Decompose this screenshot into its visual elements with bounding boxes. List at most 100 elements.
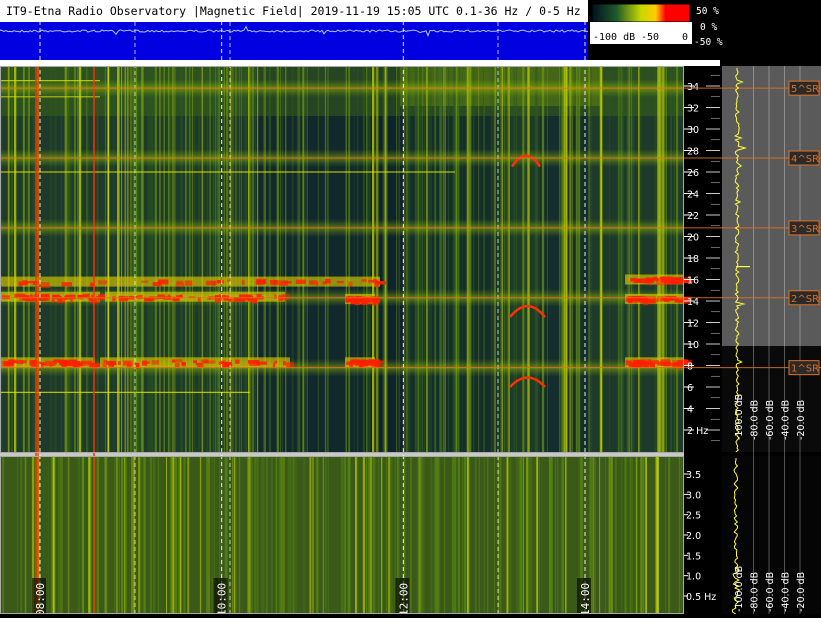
broadband-streak: [113, 66, 115, 452]
broadband-streak: [108, 66, 110, 452]
low-band-streak: [262, 456, 265, 614]
low-band-streak: [423, 456, 425, 614]
hot-band-red: [285, 362, 295, 368]
broadband-streak: [305, 66, 307, 452]
low-band-streak: [621, 456, 623, 614]
broadband-streak: [159, 66, 161, 452]
broadband-streak: [630, 66, 632, 452]
broadband-streak: [14, 66, 16, 452]
hot-band-red: [67, 294, 76, 300]
low-band-streak: [368, 456, 371, 614]
broadband-streak: [245, 66, 247, 452]
broadband-streak: [276, 66, 279, 452]
hot-band-red: [40, 362, 46, 366]
low-band-streak: [95, 456, 98, 614]
low-band-streak: [374, 456, 376, 614]
broadband-streak: [425, 66, 427, 452]
broadband-streak: [515, 66, 517, 452]
freq-tick-label-2: 2 Hz: [687, 426, 708, 437]
low-band-streak: [529, 456, 531, 614]
low-band-streak: [421, 456, 424, 614]
low-band-streak: [451, 456, 455, 614]
broadband-streak: [421, 66, 422, 452]
low-band-streak: [538, 456, 540, 614]
broadband-streak: [129, 66, 133, 452]
broadband-streak: [282, 66, 284, 452]
low-band-streak: [261, 456, 263, 614]
broadband-streak: [673, 66, 676, 452]
broadband-streak: [206, 66, 209, 452]
low-band-streak: [278, 456, 281, 614]
freq-tick-label-6: 6: [687, 383, 693, 394]
broadband-streak: [396, 66, 398, 452]
hot-band-red: [141, 280, 149, 283]
hot-band-red: [637, 359, 644, 364]
broadband-streak: [421, 66, 424, 452]
low-band-streak: [430, 456, 433, 614]
broadband-streak: [639, 66, 642, 452]
hot-band-red: [657, 361, 668, 366]
broadband-streak: [292, 66, 294, 452]
broadband-streak: [67, 66, 69, 452]
broadband-streak: [28, 66, 30, 452]
low-band-streak: [325, 456, 327, 614]
hot-band-red: [123, 361, 131, 365]
hot-band-red: [90, 361, 93, 367]
low-band-streak: [483, 456, 485, 614]
colorbar-min-label: -100 dB: [593, 32, 636, 43]
broadband-streak: [263, 66, 266, 452]
hot-band-red: [19, 360, 27, 364]
profile-db-tick-label-lower: -80.0 dB: [750, 572, 761, 612]
hot-band-red: [212, 281, 216, 286]
broadband-streak: [676, 66, 679, 452]
low-band-streak: [605, 456, 606, 614]
hot-band-red: [117, 361, 121, 365]
broadband-streak: [617, 66, 621, 452]
low-band-streak: [391, 456, 393, 614]
broadband-streak: [154, 66, 157, 452]
low-band-streak: [509, 456, 512, 614]
hot-band-red: [283, 361, 286, 366]
hot-band-red: [241, 279, 245, 285]
broadband-streak: [96, 66, 99, 452]
broadband-streak: [443, 66, 445, 452]
low-freq-tick-label-1.5: 1.5: [686, 551, 701, 562]
broadband-streak: [192, 66, 194, 452]
broadband-streak: [367, 66, 371, 452]
broadband-streak: [414, 66, 417, 452]
broadband-streak: [215, 66, 216, 452]
broadband-streak: [87, 66, 89, 452]
low-band-streak: [121, 456, 124, 614]
hot-band-red: [72, 360, 81, 367]
broadband-streak: [660, 66, 664, 452]
broadband-streak: [285, 66, 287, 452]
low-band-streak: [124, 456, 126, 614]
waveform-scale-mid: 0 %: [700, 22, 718, 33]
freq-tick-label-12: 12: [687, 319, 699, 330]
low-band-streak: [251, 456, 253, 614]
low-band-streak: [357, 456, 359, 614]
broadband-streak: [201, 66, 203, 452]
broadband-streak: [296, 66, 298, 452]
sr-label-2: 2^SR: [791, 294, 819, 305]
low-band-streak: [199, 456, 202, 614]
broadband-streak: [444, 66, 446, 452]
broadband-streak: [375, 66, 379, 452]
low-band-streak: [149, 456, 152, 614]
broadband-streak: [327, 66, 329, 452]
low-band-streak: [174, 456, 178, 614]
broadband-streak: [251, 66, 254, 452]
hot-band-red: [151, 360, 160, 365]
broadband-streak: [398, 66, 400, 452]
hot-band-red: [137, 294, 143, 300]
broadband-streak: [417, 66, 420, 452]
low-band-streak: [645, 456, 647, 614]
broadband-streak: [490, 66, 493, 452]
broadband-streak: [501, 66, 503, 452]
low-band-streak: [282, 456, 283, 614]
low-freq-tick-label-2.5: 2.5: [686, 511, 701, 522]
hot-band-red: [201, 359, 209, 364]
broadband-streak: [560, 66, 562, 452]
broadband-streak: [135, 66, 138, 452]
broadband-streak: [235, 66, 237, 452]
